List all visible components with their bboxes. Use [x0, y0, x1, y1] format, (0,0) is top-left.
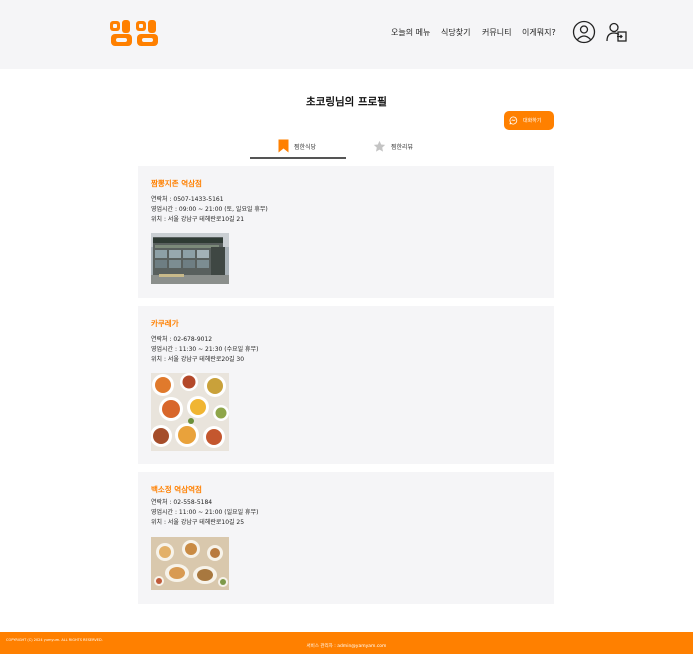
restaurant-address: 위치 : 서울 강남구 테헤란로20길 30: [151, 356, 245, 363]
contact-email[interactable]: 서비스 관리자 : admin@yamyam.com: [0, 643, 693, 649]
restaurant-phone: 연락처 : 02-678-9012: [151, 336, 213, 343]
active-tab-indicator: [250, 157, 346, 159]
chat-bubble-icon: [509, 116, 518, 125]
food-table-photo[interactable]: [151, 537, 229, 590]
nav-what-is-this[interactable]: 이게뭐지?: [522, 27, 556, 38]
copyright-text: COPYRIGHT (C) 2024 yumyum. ALL RIGHTS RE…: [6, 638, 103, 642]
restaurant-name[interactable]: 백소정 역삼역점: [151, 484, 202, 495]
restaurant-phone: 연락처 : 0507-1433-5161: [151, 196, 224, 203]
nav-today-menu[interactable]: 오늘의 메뉴: [391, 27, 430, 38]
restaurant-card[interactable]: 짬뽕지존 역삼점 연락처 : 0507-1433-5161 영업시간 : 09:…: [138, 166, 554, 298]
user-icon[interactable]: [572, 20, 596, 44]
chat-button[interactable]: 대화하기: [504, 111, 554, 130]
tab-label: 찜한리뷰: [391, 143, 414, 151]
star-icon: [373, 140, 386, 152]
chat-button-label: 대화하기: [523, 118, 542, 124]
restaurant-hours: 영업시간 : 11:00 ~ 21:00 (일요일 휴무): [151, 509, 259, 516]
restaurant-name[interactable]: 짬뽕지존 역삼점: [151, 178, 202, 189]
tab-saved-restaurants[interactable]: 찜한식당: [277, 135, 316, 157]
logout-icon[interactable]: [605, 20, 629, 44]
food-spread-photo[interactable]: [151, 373, 229, 451]
restaurant-hours: 영업시간 : 09:00 ~ 21:00 (토, 일요일 휴무): [151, 206, 268, 213]
logo[interactable]: [109, 19, 161, 47]
tab-label: 찜한식당: [294, 143, 317, 151]
restaurant-card[interactable]: 백소정 역삼역점 연락처 : 02-558-5184 영업시간 : 11:00 …: [138, 472, 554, 604]
page-title: 초코링님의 프로필: [306, 96, 387, 108]
building-photo[interactable]: [151, 233, 229, 284]
nav-community[interactable]: 커뮤니티: [482, 27, 511, 38]
restaurant-address: 위치 : 서울 강남구 테헤란로10길 25: [151, 519, 245, 526]
restaurant-name[interactable]: 카쿠레가: [151, 318, 179, 329]
restaurant-card[interactable]: 카쿠레가 연락처 : 02-678-9012 영업시간 : 11:30 ~ 21…: [138, 306, 554, 464]
restaurant-address: 위치 : 서울 강남구 테헤란로10길 21: [151, 216, 245, 223]
restaurant-hours: 영업시간 : 11:30 ~ 21:30 (수요일 휴무): [151, 346, 259, 353]
bookmark-icon: [278, 139, 289, 153]
profile-tabs: 찜한식당 찜한리뷰: [250, 135, 440, 159]
tab-saved-reviews[interactable]: 찜한리뷰: [373, 135, 413, 157]
site-footer: COPYRIGHT (C) 2024 yumyum. ALL RIGHTS RE…: [0, 632, 693, 654]
site-header: 오늘의 메뉴 식당찾기 커뮤니티 이게뭐지?: [0, 0, 693, 69]
restaurant-phone: 연락처 : 02-558-5184: [151, 499, 213, 506]
nav-find-restaurant[interactable]: 식당찾기: [441, 27, 470, 38]
